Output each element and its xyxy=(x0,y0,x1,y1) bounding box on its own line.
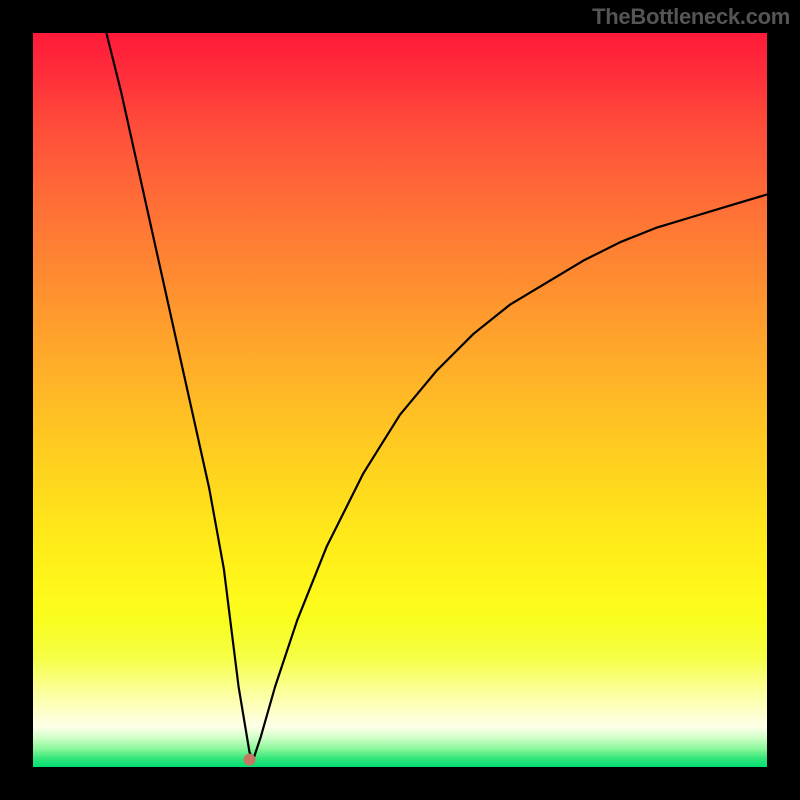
bottleneck-curve xyxy=(106,33,767,760)
curve-svg xyxy=(33,33,767,767)
chart-frame: TheBottleneck.com xyxy=(0,0,800,800)
optimal-point-marker xyxy=(244,754,256,766)
watermark-text: TheBottleneck.com xyxy=(592,4,790,30)
plot-area xyxy=(33,33,767,767)
